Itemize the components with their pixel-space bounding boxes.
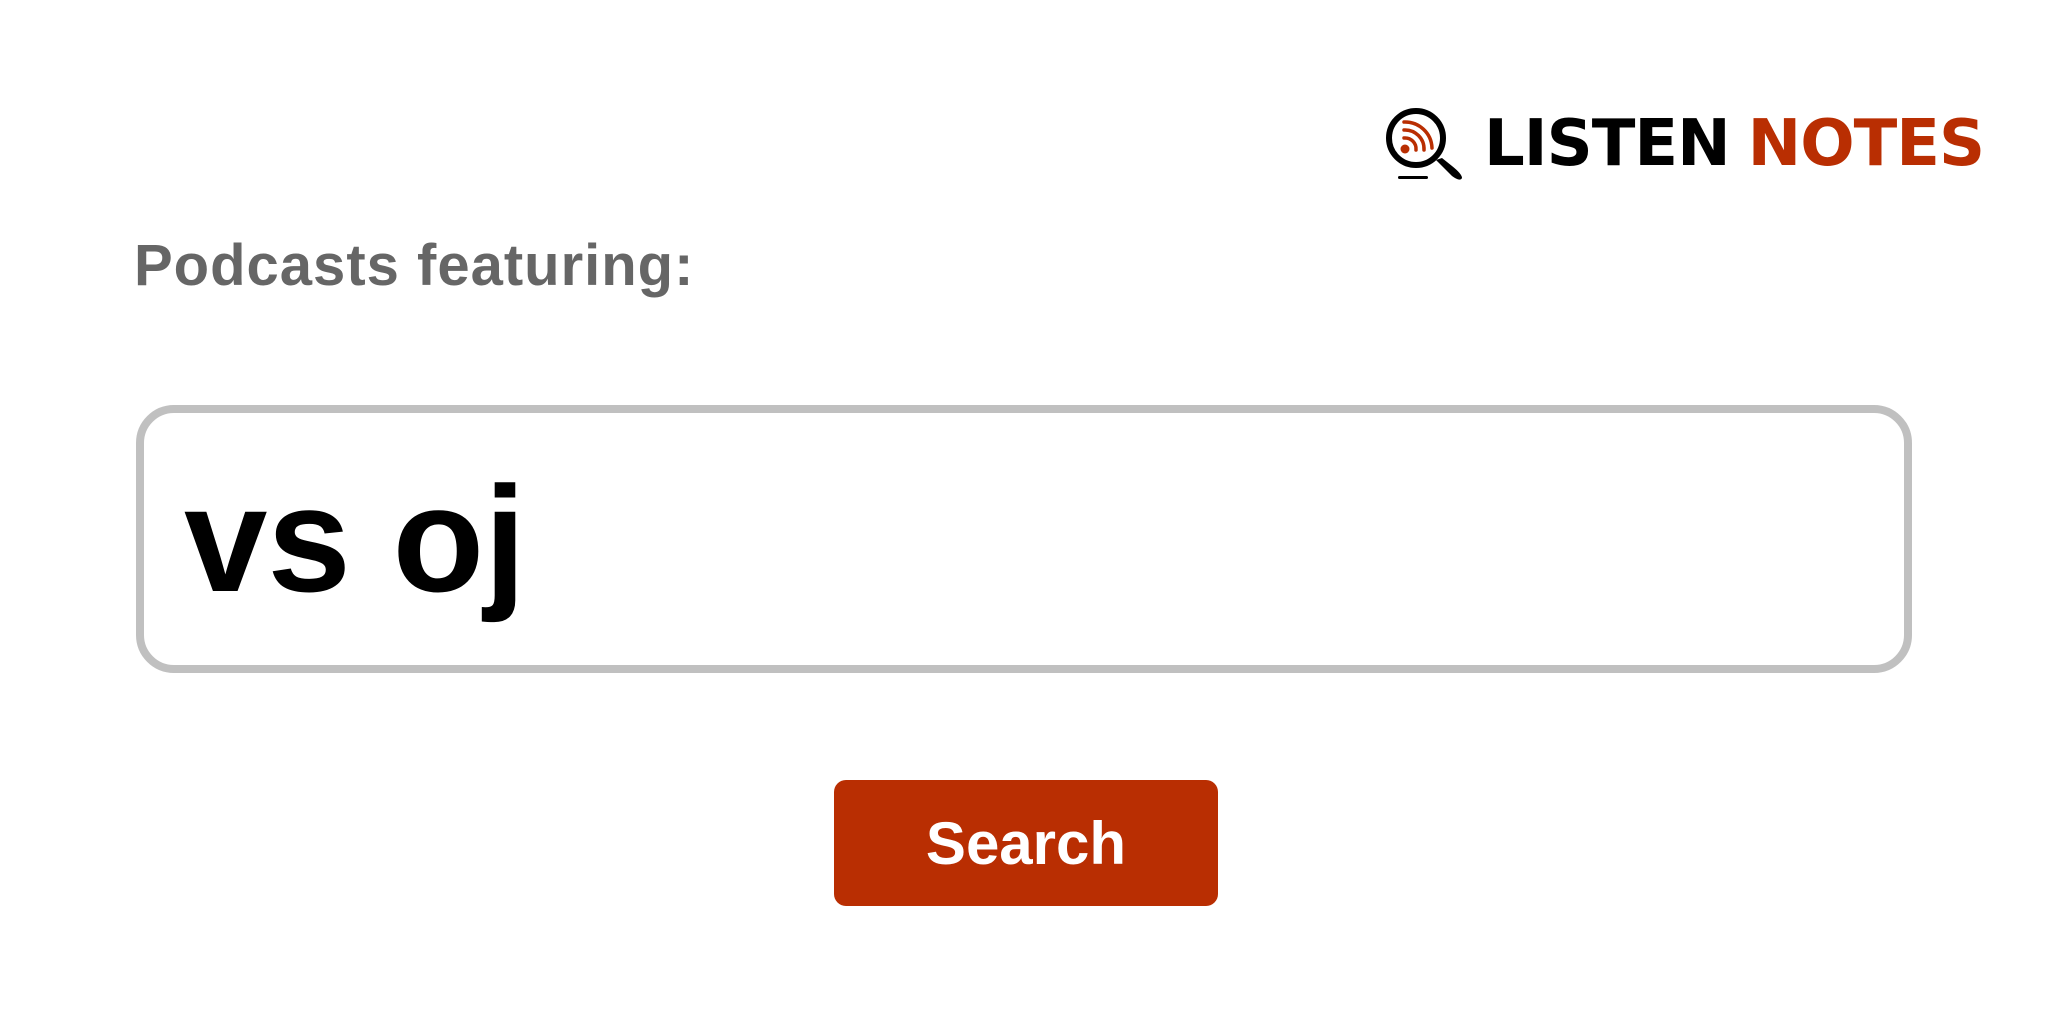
page-heading: Podcasts featuring: [134,233,695,298]
search-podcast-icon [1386,108,1462,180]
search-box[interactable] [136,405,1912,673]
logo-wordmark: LISTEN NOTES [1484,112,1985,176]
search-button[interactable]: Search [834,780,1218,906]
logo-word-listen: LISTEN [1484,107,1731,181]
search-input[interactable] [184,413,1864,665]
logo-word-notes: NOTES [1747,107,1985,181]
listen-notes-logo[interactable]: LISTEN NOTES [1382,104,1985,184]
